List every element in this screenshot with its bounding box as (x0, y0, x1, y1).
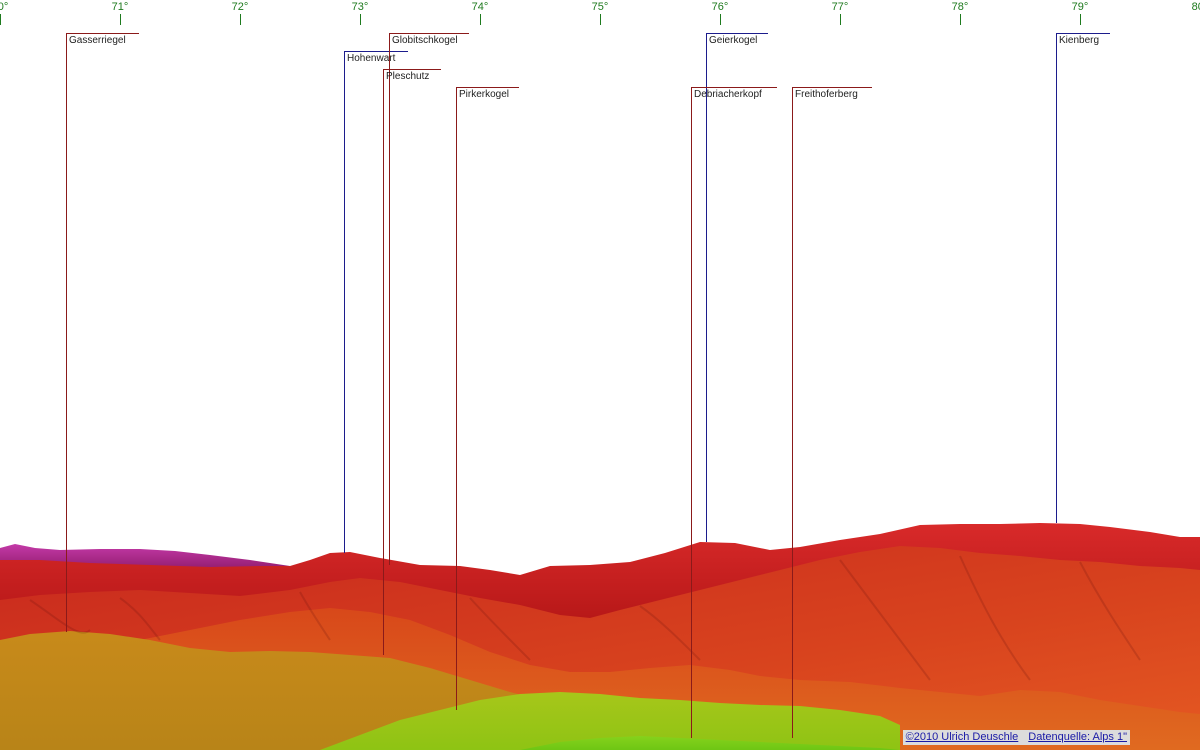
peak-leader-line (383, 69, 384, 655)
peak-name: Globitschkogel (392, 35, 458, 46)
azimuth-tick-mark (599, 14, 601, 25)
azimuth-tick: 76° (700, 0, 740, 25)
azimuth-tick: 77° (820, 0, 860, 25)
azimuth-tick: 75° (580, 0, 620, 25)
azimuth-tick-label: 70° (0, 1, 9, 13)
azimuth-tick: 70° (0, 0, 20, 25)
azimuth-tick: 74° (460, 0, 500, 25)
azimuth-tick-mark (839, 14, 841, 25)
azimuth-tick-label: 80° (1191, 1, 1200, 13)
peak-flag: Debriacherkopf (691, 87, 777, 101)
peak-flag: Pleschutz (383, 69, 441, 83)
peak-leader-line (1056, 33, 1057, 523)
azimuth-tick-mark (0, 14, 1, 25)
azimuth-tick: 72° (220, 0, 260, 25)
peak-flag: Pirkerkogel (456, 87, 519, 101)
peak-flag: Globitschkogel (389, 33, 469, 47)
azimuth-tick-mark (479, 14, 481, 25)
peak-flag: Gasserriegel (66, 33, 139, 47)
azimuth-tick-label: 71° (111, 1, 129, 13)
azimuth-tick-label: 76° (711, 1, 729, 13)
peak-leader-line (691, 87, 692, 738)
peak-flag: Geierkogel (706, 33, 768, 47)
azimuth-tick-mark (719, 14, 721, 25)
azimuth-tick-mark (359, 14, 361, 25)
credits-bar: ©2010 Ulrich Deuschle Datenquelle: Alps 1… (902, 730, 1130, 745)
peak-flag: Hohenwart (344, 51, 408, 65)
azimuth-tick-mark (1079, 14, 1081, 25)
azimuth-tick-label: 79° (1071, 1, 1089, 13)
peak-leader-line (456, 87, 457, 710)
data-source-link[interactable]: Datenquelle: Alps 1" (1028, 731, 1127, 743)
azimuth-tick-mark (239, 14, 241, 25)
azimuth-tick-label: 78° (951, 1, 969, 13)
terrain-rendering (0, 523, 1200, 750)
peak-leader-line (792, 87, 793, 738)
azimuth-tick: 71° (100, 0, 140, 25)
peak-leader-line (706, 33, 707, 542)
peak-name: Debriacherkopf (694, 89, 762, 100)
azimuth-tick: 73° (340, 0, 380, 25)
peak-name: Gasserriegel (69, 35, 126, 46)
peak-flag: Freithoferberg (792, 87, 872, 101)
azimuth-tick-label: 74° (471, 1, 489, 13)
peak-name: Geierkogel (709, 35, 758, 46)
peak-flag: Kienberg (1056, 33, 1110, 47)
peak-leader-line (344, 51, 345, 553)
panorama-view: 70° 71° 72° 73° 74° 75° 76° 77° 78° 79° 80° Gasser… (0, 0, 1200, 750)
peak-name: Kienberg (1059, 35, 1100, 46)
azimuth-tick-label: 72° (231, 1, 249, 13)
azimuth-tick-label: 75° (591, 1, 609, 13)
peak-leader-line (66, 33, 67, 632)
azimuth-tick: 78° (940, 0, 980, 25)
azimuth-tick-mark (959, 14, 961, 25)
azimuth-tick-label: 73° (351, 1, 369, 13)
peak-name: Pleschutz (386, 71, 430, 82)
copyright-link[interactable]: ©2010 Ulrich Deuschle (906, 731, 1019, 743)
azimuth-tick: 80° (1180, 0, 1200, 25)
peak-name: Freithoferberg (795, 89, 858, 100)
azimuth-tick-mark (119, 14, 121, 25)
azimuth-tick: 79° (1060, 0, 1100, 25)
peak-name: Pirkerkogel (459, 89, 510, 100)
azimuth-tick-label: 77° (831, 1, 849, 13)
peak-name: Hohenwart (347, 53, 396, 64)
peak-leader-line (389, 33, 390, 565)
